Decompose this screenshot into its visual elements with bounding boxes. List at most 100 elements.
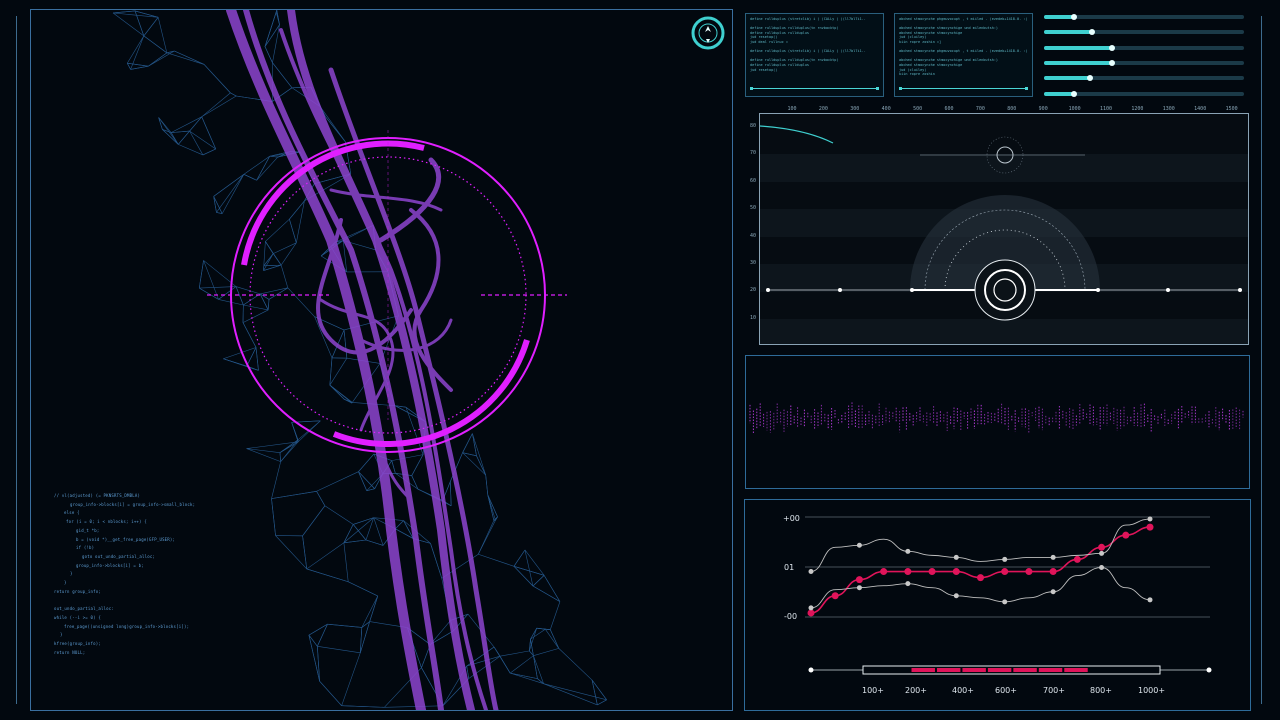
slider-knob[interactable]	[1087, 75, 1093, 82]
chart-point	[905, 548, 911, 554]
code-line: if (!b)	[76, 545, 95, 551]
slider-knob[interactable]	[1071, 90, 1077, 97]
chart-point	[855, 576, 863, 584]
chart-point	[856, 542, 862, 548]
radar-x-tick: 1100	[1099, 106, 1113, 112]
terminal-line: define rullduplus rullduplus	[750, 30, 810, 35]
radar-y-tick: 20	[749, 287, 756, 294]
code-line: return NULL;	[54, 649, 86, 655]
line-chart-panel[interactable]	[744, 499, 1251, 711]
chart-point	[1001, 568, 1009, 576]
chart-point	[953, 593, 959, 599]
slider[interactable]	[1044, 29, 1244, 36]
chart-x-label: 200+	[905, 686, 927, 695]
radar-x-tick: 900	[1038, 106, 1048, 112]
radar-y-tick: 70	[749, 150, 756, 157]
chart-point	[905, 581, 911, 587]
chart-point	[808, 569, 814, 575]
compass-icon[interactable]	[690, 15, 726, 51]
slider-fill	[1044, 76, 1090, 81]
code-line: while (--i >= 0) {	[54, 614, 101, 620]
left-edge-line	[16, 16, 17, 704]
slider[interactable]	[1044, 59, 1244, 66]
terminal-progress-1	[750, 87, 879, 92]
code-line: return group_info;	[54, 588, 101, 594]
radar-x-tick: 800	[1007, 106, 1017, 112]
range-bar-endpoint	[1206, 667, 1212, 673]
code-line: }	[60, 632, 63, 638]
chart-x-label: 700+	[1043, 686, 1065, 695]
terminal-panel-1[interactable]: define rullduplus (stretclib) i ( (CALLy…	[745, 13, 884, 97]
radar-x-tick: 1400	[1194, 106, 1207, 112]
chart-series-line	[810, 526, 1151, 614]
code-line: }	[64, 580, 67, 585]
waveform-panel[interactable]	[745, 355, 1250, 489]
code-line: out_undo_partial_alloc:	[54, 606, 114, 612]
slider[interactable]	[1044, 90, 1244, 97]
terminal-line: abched stmocynche stmocynchige und milen…	[899, 58, 999, 63]
terminal-panel-2[interactable]: abched stmocynche phgmuvocupt , t miiled…	[894, 13, 1033, 97]
chart-x-label: 100+	[862, 686, 884, 695]
slider-knob[interactable]	[1109, 44, 1115, 51]
radar-x-tick: 1000	[1068, 106, 1081, 112]
chart-point	[1049, 568, 1057, 576]
radar-y-tick: 30	[749, 260, 756, 266]
vessel-viewport-panel[interactable]	[30, 9, 733, 711]
radar-y-tick: 40	[749, 232, 756, 239]
code-line: kfree(group_info);	[54, 640, 101, 646]
terminal-line: abched stmocynche stmocynchige	[899, 63, 963, 67]
chart-point	[1050, 554, 1056, 560]
chart-point	[1002, 599, 1008, 605]
radar-y-tick: 50	[749, 205, 756, 212]
radar-y-tick: 80	[749, 123, 756, 129]
radar-panel[interactable]	[759, 113, 1249, 345]
radar-x-tick: 200	[818, 106, 828, 112]
slider-fill	[1044, 30, 1092, 35]
range-bar-segment	[962, 668, 986, 672]
range-bar-segment	[936, 668, 961, 672]
chart-point	[880, 568, 888, 576]
chart-point	[1099, 550, 1105, 556]
chart-y-label-mid: 01	[784, 563, 795, 572]
terminal-line: jud (cluiley)	[899, 35, 927, 40]
range-bar-segment	[1064, 668, 1088, 672]
chart-point	[1147, 597, 1153, 603]
range-bar-box	[862, 665, 1161, 675]
terminal-line: jud (cluiley)	[899, 67, 927, 72]
code-line: group_info->blocks[i] = group_info->smal…	[70, 501, 196, 507]
terminal-line: abched stmocynche stmocynchige und milen…	[899, 26, 999, 31]
slider[interactable]	[1044, 75, 1244, 82]
slider[interactable]	[1044, 14, 1244, 20]
chart-point	[953, 554, 959, 560]
terminal-line: define rullduplus (stretclib) i ( (CALLy…	[750, 49, 866, 54]
radar-x-tick: 500	[913, 106, 923, 112]
range-bar-endpoint	[808, 667, 814, 673]
terminal-line: define rullduplus rullduplus(tn rnvbackt…	[750, 58, 839, 63]
radar-x-tick: 600	[944, 106, 954, 112]
slider-fill	[1044, 15, 1074, 19]
slider-knob[interactable]	[1071, 14, 1077, 20]
terminal-line: jud resetop()	[750, 67, 778, 72]
chart-point	[1099, 565, 1105, 570]
chart-point	[1050, 589, 1056, 595]
chart-point	[977, 574, 984, 582]
terminal-line: kiin ropre zoshin	[899, 72, 935, 77]
terminal-line: kiin ropre zoshin =]	[899, 40, 942, 44]
chart-point	[856, 585, 862, 591]
chart-point	[1073, 555, 1081, 563]
chart-point	[1098, 543, 1106, 551]
slider[interactable]	[1044, 44, 1244, 51]
slider-knob[interactable]	[1109, 59, 1115, 66]
slider-knob[interactable]	[1089, 29, 1095, 36]
chart-x-label: 800+	[1090, 686, 1112, 695]
radar-y-tick: 10	[749, 314, 756, 321]
range-bar-segment	[987, 668, 1012, 672]
chart-point	[928, 568, 936, 576]
radar-x-tick: 400	[881, 106, 891, 112]
right-edge-line	[1261, 16, 1262, 704]
code-line: }	[70, 571, 73, 577]
code-line: gid_t *b;	[76, 527, 100, 533]
chart-y-label-bottom: -00	[784, 612, 798, 621]
targeting-reticle-icon	[207, 130, 567, 453]
radar-y-tick: 60	[749, 177, 756, 184]
